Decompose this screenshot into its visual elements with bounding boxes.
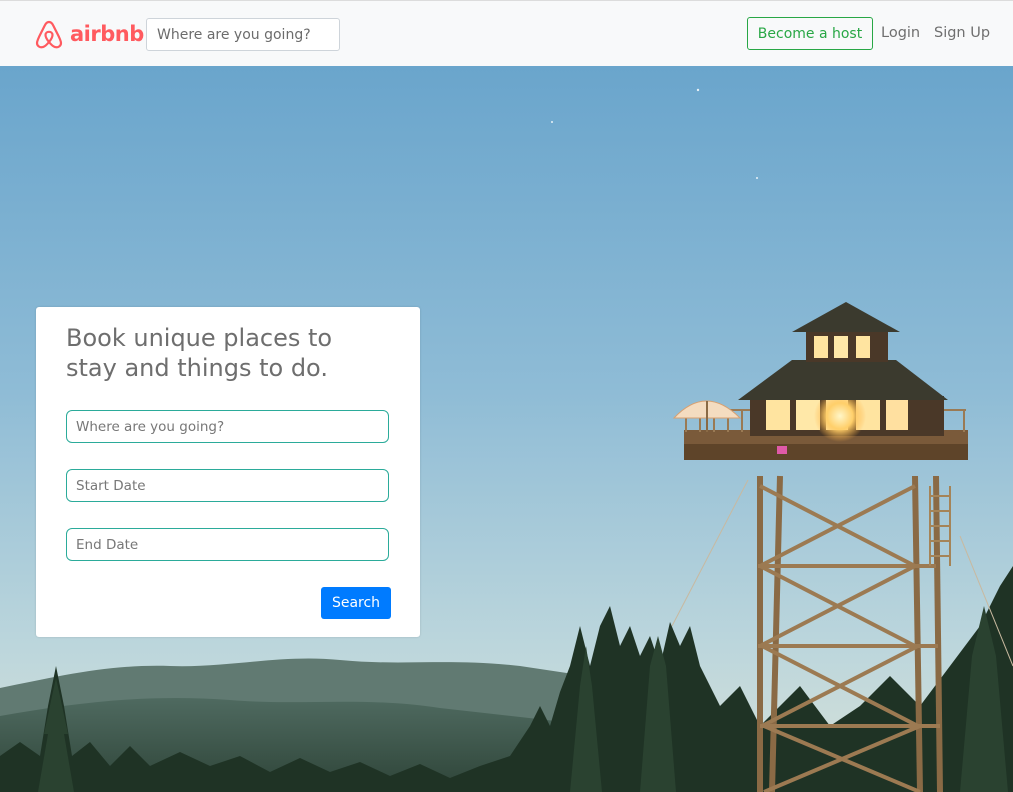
brand-logo[interactable]: airbnb xyxy=(34,19,144,49)
booking-title: Book unique places to stay and things to… xyxy=(66,324,333,382)
destination-input[interactable] xyxy=(66,410,389,443)
become-host-button[interactable]: Become a host xyxy=(747,17,873,50)
top-navbar: airbnb Become a host Login Sign Up xyxy=(0,0,1013,66)
nav-search-input[interactable] xyxy=(146,18,340,51)
login-link[interactable]: Login xyxy=(881,25,920,41)
search-button[interactable]: Search xyxy=(321,587,391,619)
signup-link[interactable]: Sign Up xyxy=(934,25,990,41)
start-date-input[interactable] xyxy=(66,469,389,502)
airbnb-logo-icon xyxy=(35,20,63,49)
brand-name: airbnb xyxy=(70,22,144,46)
end-date-input[interactable] xyxy=(66,528,389,561)
booking-card: Book unique places to stay and things to… xyxy=(36,307,420,637)
